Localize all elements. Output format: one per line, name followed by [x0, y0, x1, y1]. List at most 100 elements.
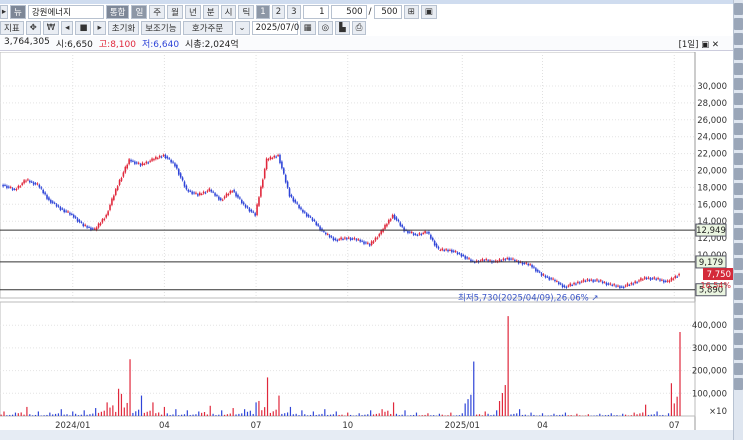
tool-icon[interactable]	[734, 183, 743, 195]
settings-icon[interactable]: ◎	[317, 20, 334, 35]
new-button[interactable]: 뉴	[10, 4, 26, 19]
period-month[interactable]: 월	[167, 4, 183, 19]
candle	[260, 186, 262, 197]
tool-icon[interactable]	[734, 318, 743, 330]
scroll-bar[interactable]	[0, 430, 733, 440]
candle	[147, 162, 150, 164]
candle	[235, 192, 237, 197]
candle	[655, 278, 657, 280]
tool-icon[interactable]	[734, 273, 743, 285]
stop-icon[interactable]: ■	[75, 20, 92, 35]
tool-icon[interactable]	[734, 48, 743, 60]
current-price-label: 7,750	[707, 270, 731, 280]
prev-arrow-icon[interactable]: ▸	[0, 4, 8, 19]
count-input[interactable]: 500	[330, 4, 367, 19]
add-window-icon[interactable]: ⊞	[403, 4, 419, 19]
combined-button[interactable]: 통합	[105, 4, 130, 19]
candle	[571, 284, 573, 286]
save-icon[interactable]: ▣	[420, 4, 437, 19]
tool-icon[interactable]	[734, 198, 743, 210]
tool-icon[interactable]	[734, 303, 743, 315]
candle	[449, 249, 451, 251]
candle	[334, 238, 337, 240]
candle	[506, 257, 509, 259]
tool-icon[interactable]	[734, 18, 743, 30]
candle	[252, 211, 255, 213]
move-icon[interactable]: ✥	[25, 20, 41, 35]
candle	[65, 210, 67, 212]
tool-icon[interactable]	[734, 93, 743, 105]
candle	[149, 160, 151, 162]
volume-bar	[561, 414, 564, 416]
candle	[290, 195, 293, 197]
period-year[interactable]: 년	[184, 4, 201, 19]
tool-icon[interactable]	[734, 333, 743, 345]
print-icon[interactable]: ⎙	[351, 20, 367, 35]
price-chart[interactable]: 10,00012,00014,00016,00018,00020,00022,0…	[0, 52, 733, 430]
reset-button[interactable]: 초기화	[107, 20, 140, 35]
period-tick[interactable]: 틱	[238, 4, 255, 19]
indicator-button[interactable]: 지표	[0, 20, 24, 35]
tool-icon[interactable]	[734, 153, 743, 165]
tool-icon[interactable]	[734, 213, 743, 225]
tool-icon[interactable]	[734, 78, 743, 90]
count-total-input[interactable]: 500	[373, 4, 402, 19]
x-tick-label: 07	[251, 421, 262, 430]
tool-icon[interactable]	[734, 123, 743, 135]
candle	[580, 281, 583, 283]
aux-button[interactable]: 보조기능	[141, 20, 181, 35]
candle	[389, 219, 392, 221]
candle	[313, 219, 316, 221]
period-minute[interactable]: 분	[202, 4, 219, 19]
num-3[interactable]: 3	[287, 4, 301, 19]
volume-bar	[66, 414, 68, 416]
volume-bar	[616, 415, 618, 416]
tool-icon[interactable]	[734, 363, 743, 375]
unit-select[interactable]: 1	[302, 4, 329, 19]
volume-bar	[266, 377, 269, 416]
tool-icon[interactable]	[734, 63, 743, 75]
candle	[466, 257, 468, 259]
building-icon[interactable]: ▙	[335, 20, 350, 35]
candle	[586, 279, 589, 281]
w-icon[interactable]: ₩	[42, 20, 60, 35]
candle	[561, 284, 564, 288]
candle	[632, 283, 635, 285]
candle	[74, 216, 77, 218]
tool-icon[interactable]	[734, 288, 743, 300]
candle	[281, 161, 283, 169]
candle	[556, 280, 558, 282]
tool-icon[interactable]	[734, 3, 743, 15]
tool-icon[interactable]	[734, 168, 743, 180]
period-hour[interactable]: 시	[220, 4, 237, 19]
calendar-icon[interactable]: ▦	[299, 20, 316, 35]
tool-icon[interactable]	[734, 243, 743, 255]
candle	[53, 202, 56, 204]
candle	[244, 204, 247, 208]
tool-icon[interactable]	[734, 33, 743, 45]
volume-bar	[23, 414, 25, 416]
tool-icon[interactable]	[734, 138, 743, 150]
candle	[179, 173, 182, 178]
tool-icon[interactable]	[734, 228, 743, 240]
volume-bar	[593, 415, 595, 416]
tool-icon[interactable]	[734, 378, 743, 390]
step-back-icon[interactable]: ◂	[61, 20, 74, 35]
maximize-icon[interactable]: ▣	[701, 40, 709, 50]
step-forward-icon[interactable]: ▸	[93, 20, 106, 35]
order-button[interactable]: 호가주문	[182, 20, 233, 35]
close-icon[interactable]: ✕	[712, 40, 719, 50]
period-week[interactable]: 주	[149, 4, 166, 19]
candle	[29, 180, 31, 183]
num-1[interactable]: 1	[256, 4, 270, 19]
tool-icon[interactable]	[734, 348, 743, 360]
stock-name-input[interactable]: 강원에너지	[27, 4, 104, 19]
volume-bar	[375, 413, 377, 416]
tool-icon[interactable]	[734, 108, 743, 120]
volume-bar	[553, 413, 555, 416]
date-input[interactable]: 2025/07/03	[251, 20, 305, 35]
num-2[interactable]: 2	[271, 4, 286, 19]
chevron-down-icon[interactable]: ⌄	[234, 20, 250, 35]
tool-icon[interactable]	[734, 258, 743, 270]
period-day[interactable]: 일	[131, 4, 148, 19]
